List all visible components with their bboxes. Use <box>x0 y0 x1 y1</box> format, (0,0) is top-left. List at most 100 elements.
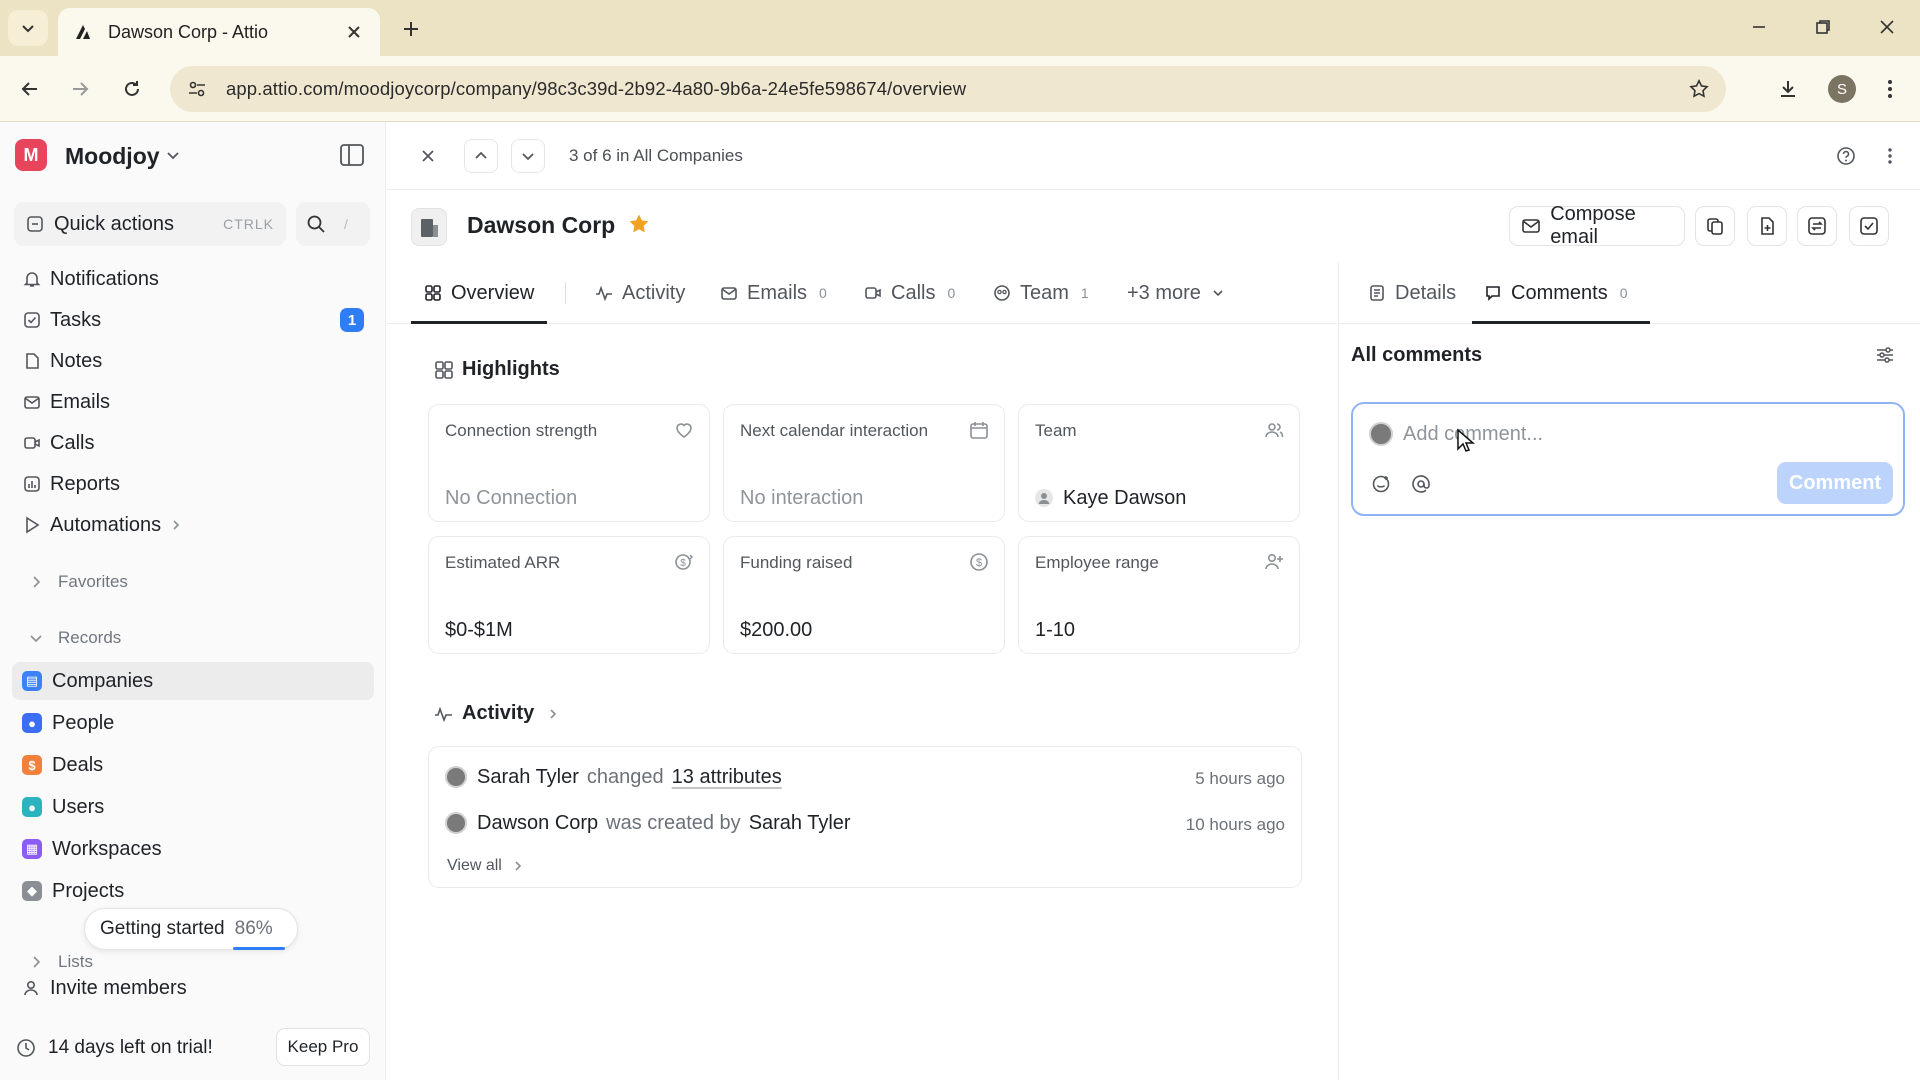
tab-count: 0 <box>1619 285 1628 301</box>
activity-verb: was created by <box>606 811 741 834</box>
getting-started-pill[interactable]: Getting started 86% <box>84 908 298 950</box>
records-section-toggle[interactable]: Records <box>28 626 121 650</box>
team-member[interactable]: Kaye Dawson <box>1035 487 1186 510</box>
help-icon[interactable] <box>1829 139 1863 173</box>
tab-more[interactable]: +3 more <box>1127 262 1225 324</box>
activity-row[interactable]: Dawson Corp was created by Sarah Tyler <box>445 809 851 837</box>
workspace-logo[interactable]: M <box>15 139 47 171</box>
close-tab-icon[interactable] <box>342 20 366 44</box>
activity-object[interactable]: Sarah Tyler <box>749 812 851 835</box>
merge-records-icon[interactable] <box>1797 206 1837 246</box>
download-icon[interactable] <box>1770 71 1806 107</box>
restore-icon[interactable] <box>1800 10 1846 44</box>
mail-icon <box>719 283 739 303</box>
next-record-icon[interactable] <box>511 139 545 173</box>
clock-icon <box>17 1039 35 1057</box>
collapse-sidebar-icon[interactable] <box>338 142 366 168</box>
keep-pro-button[interactable]: Keep Pro <box>276 1028 370 1066</box>
sidebar-item-emails[interactable]: Emails <box>22 385 110 419</box>
bookmark-star-icon[interactable] <box>1684 74 1714 104</box>
sidebar-item-label: Notes <box>50 349 103 372</box>
url-text[interactable]: app.attio.com/moodjoycorp/company/98c3c3… <box>226 78 1684 100</box>
close-record-icon[interactable] <box>411 139 445 173</box>
add-task-icon[interactable] <box>1849 206 1889 246</box>
highlight-card-estimated-arr[interactable]: Estimated ARR $ $0-$1M <box>428 536 710 654</box>
heart-icon <box>673 419 695 441</box>
back-icon[interactable] <box>12 71 48 107</box>
forward-icon[interactable] <box>62 71 98 107</box>
sidebar-item-automations[interactable]: Automations <box>22 508 183 542</box>
sidebar-item-calls[interactable]: Calls <box>22 426 94 460</box>
tab-search-button[interactable] <box>8 10 48 46</box>
sidebar-item-tasks[interactable]: Tasks <box>22 303 101 337</box>
activity-actor[interactable]: Sarah Tyler <box>477 766 579 789</box>
sidebar-item-users[interactable]: ● Users <box>22 790 104 824</box>
sidebar-item-reports[interactable]: Reports <box>22 467 120 501</box>
emoji-icon[interactable] <box>1369 472 1393 496</box>
compose-email-button[interactable]: Compose email <box>1509 203 1685 248</box>
highlight-card-team[interactable]: Team Kaye Dawson <box>1018 404 1300 522</box>
workspace-name[interactable]: Moodjoy <box>65 143 160 170</box>
sidebar-item-workspaces[interactable]: ▦ Workspaces <box>22 832 162 866</box>
favorites-section-toggle[interactable]: Favorites <box>28 570 128 594</box>
tab-calls[interactable]: Calls 0 <box>863 262 955 324</box>
highlight-card-connection-strength[interactable]: Connection strength No Connection <box>428 404 710 522</box>
site-settings-icon[interactable] <box>184 76 210 102</box>
reload-icon[interactable] <box>114 71 150 107</box>
minimize-icon[interactable] <box>1736 10 1782 44</box>
tab-details[interactable]: Details <box>1367 262 1456 324</box>
browser-tab-active[interactable]: Dawson Corp - Attio <box>58 8 380 56</box>
sidebar-item-deals[interactable]: $ Deals <box>22 748 103 782</box>
sidebar: M Moodjoy Quick actions CTRLK / Notifica… <box>0 122 386 1080</box>
comment-submit-button[interactable]: Comment <box>1777 462 1893 504</box>
browser-menu-icon[interactable] <box>1872 71 1908 107</box>
tab-team[interactable]: Team 1 <box>992 262 1089 324</box>
sidebar-item-notifications[interactable]: Notifications <box>22 262 159 296</box>
people-icon: ● <box>22 713 42 733</box>
company-logo-icon <box>411 208 447 246</box>
command-icon <box>27 216 43 232</box>
address-bar[interactable]: app.attio.com/moodjoycorp/company/98c3c3… <box>170 66 1726 112</box>
duplicate-record-icon[interactable] <box>1695 206 1735 246</box>
new-tab-icon[interactable] <box>396 14 426 44</box>
add-note-icon[interactable] <box>1747 206 1787 246</box>
comment-input[interactable] <box>1403 420 1703 448</box>
quick-actions-button[interactable]: Quick actions CTRLK <box>14 202 286 246</box>
mention-icon[interactable] <box>1409 472 1433 496</box>
tab-activity[interactable]: Activity <box>594 262 685 324</box>
sidebar-item-notes[interactable]: Notes <box>22 344 102 378</box>
trial-text: 14 days left on trial! <box>48 1037 213 1058</box>
activity-time: 10 hours ago <box>1185 815 1285 834</box>
invite-members-button[interactable]: Invite members <box>22 971 187 1005</box>
activity-object[interactable]: 13 attributes <box>672 766 782 789</box>
activity-heading[interactable]: Activity <box>434 702 560 725</box>
compose-email-label: Compose email <box>1550 203 1636 248</box>
tab-emails[interactable]: Emails 0 <box>719 262 827 324</box>
workspace-chevron-icon[interactable] <box>165 147 181 163</box>
previous-record-icon[interactable] <box>464 139 498 173</box>
highlight-card-employee-range[interactable]: Employee range 1-10 <box>1018 536 1300 654</box>
activity-actor[interactable]: Dawson Corp <box>477 812 598 835</box>
view-all-link[interactable]: View all <box>447 857 524 875</box>
filter-settings-icon[interactable] <box>1868 338 1902 372</box>
dollar-circle-icon: $ <box>968 551 990 573</box>
close-window-icon[interactable] <box>1864 10 1910 44</box>
sidebar-search-button[interactable]: / <box>296 202 370 246</box>
favorites-label: Favorites <box>58 572 128 591</box>
profile-avatar[interactable]: S <box>1828 75 1856 103</box>
tab-comments[interactable]: Comments 0 <box>1483 262 1628 324</box>
workspaces-icon: ▦ <box>22 839 42 859</box>
users-icon: ● <box>22 797 42 817</box>
more-options-icon[interactable] <box>1873 139 1907 173</box>
favorite-star-icon[interactable] <box>627 212 651 236</box>
highlight-card-funding-raised[interactable]: Funding raised $ $200.00 <box>723 536 1005 654</box>
record-title[interactable]: Dawson Corp <box>467 212 615 239</box>
highlight-card-next-calendar[interactable]: Next calendar interaction No interaction <box>723 404 1005 522</box>
sidebar-item-projects[interactable]: ◆ Projects <box>22 874 124 908</box>
sidebar-item-people[interactable]: ● People <box>22 706 114 740</box>
sidebar-item-companies[interactable]: ▤ Companies <box>22 664 153 698</box>
tab-overview[interactable]: Overview <box>423 262 534 324</box>
activity-row[interactable]: Sarah Tyler changed 13 attributes <box>445 763 782 791</box>
user-plus-icon <box>1263 551 1285 573</box>
chevron-right-icon <box>515 861 521 871</box>
